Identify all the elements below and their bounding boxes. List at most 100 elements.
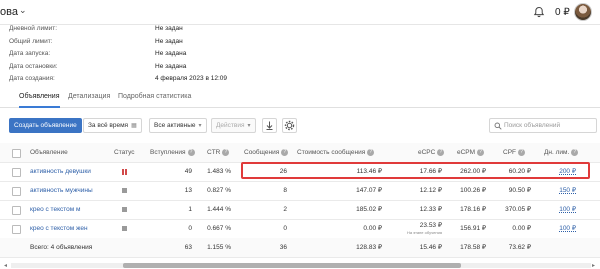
create-ad-button[interactable]: Создать объявление (9, 118, 82, 133)
info-label: Дата остановки: (9, 62, 58, 70)
messages-total: 36 (279, 244, 287, 251)
tab-details[interactable]: Детализация (68, 93, 110, 100)
calendar-icon: ▦ (131, 123, 137, 129)
message-cost-value: 147.07 ₽ (356, 187, 382, 194)
chevron-down-icon: ▾ (198, 123, 202, 129)
download-button[interactable] (262, 118, 277, 133)
table-header: Объявление Статус Вступления? CTR? Сообщ… (0, 143, 600, 163)
col-ecpm[interactable]: eCPM? (457, 143, 485, 162)
stopped-status-icon[interactable] (122, 207, 127, 212)
breadcrumb[interactable]: ова (0, 6, 18, 18)
col-ecpc[interactable]: eCPC? (418, 143, 445, 162)
messages-value: 0 (283, 225, 287, 232)
daily-limit-link[interactable]: 100 ₽ (548, 219, 576, 238)
messages-value: 8 (283, 187, 287, 194)
ecpc-value: 23.53 ₽ (419, 222, 442, 229)
help-icon[interactable]: ? (367, 148, 375, 156)
messages-value: 2 (283, 206, 287, 213)
table-row[interactable]: крео с текстом м 1 1.444 % 2 185.02 ₽ 12… (0, 200, 600, 220)
actions-select[interactable]: Действия ▾ (211, 118, 256, 133)
table-row[interactable]: крео с текстом жен 0 0.667 % 0 0.00 ₽ 23… (0, 219, 600, 239)
col-status[interactable]: Статус (114, 143, 135, 162)
period-select[interactable]: За всё время ▦ (83, 118, 142, 133)
help-icon[interactable]: ? (518, 148, 525, 156)
bell-icon[interactable] (533, 6, 545, 18)
cpf-total: 73.62 ₽ (508, 244, 531, 251)
balance[interactable]: 0 ₽ (555, 7, 570, 18)
cpf-value: 370.05 ₽ (505, 206, 531, 213)
help-icon[interactable]: ? (281, 148, 289, 156)
ecpc-cell: 23.53 ₽ На этапе обучения (390, 222, 442, 235)
scrollbar-thumb[interactable] (123, 263, 461, 268)
col-ad[interactable]: Объявление (30, 143, 68, 162)
col-message-cost-label: Стоимость сообщения (297, 149, 366, 156)
info-label: Дата запуска: (9, 50, 51, 57)
search-placeholder: Поиск объявлений (504, 122, 561, 129)
daily-limit-link[interactable]: 100 ₽ (548, 200, 576, 219)
ad-name-link[interactable]: активность мужчины (30, 181, 93, 200)
help-icon[interactable]: ? (571, 148, 579, 156)
highlight-box (241, 162, 590, 179)
ctr-total: 1.155 % (207, 244, 231, 251)
ecpm-value: 178.16 ₽ (460, 206, 486, 213)
ad-name-link[interactable]: активность девушки (30, 162, 91, 181)
help-icon[interactable]: ? (437, 148, 445, 156)
col-ctr[interactable]: CTR? (207, 143, 230, 162)
col-cpf[interactable]: CPF? (503, 143, 525, 162)
select-all-checkbox[interactable] (12, 149, 21, 158)
tab-bar: Объявления Детализация Подробная статист… (0, 88, 600, 108)
info-value: Не задана (155, 62, 187, 70)
scroll-right-arrow[interactable]: ▸ (592, 262, 595, 269)
joins-value: 0 (188, 225, 192, 232)
tab-ads[interactable]: Объявления (19, 93, 60, 108)
ctr-value: 0.667 % (207, 225, 231, 232)
table-row[interactable]: активность мужчины 13 0.827 % 8 147.07 ₽… (0, 181, 600, 201)
daily-limit-link[interactable]: 150 ₽ (548, 181, 576, 200)
stopped-status-icon[interactable] (122, 188, 127, 193)
col-messages[interactable]: Сообщения? (244, 143, 289, 162)
info-value: Не задан (155, 25, 183, 32)
ecpc-total: 15.46 ₽ (419, 244, 442, 251)
ctr-value: 0.827 % (207, 187, 231, 194)
info-value: Не задана (155, 50, 187, 57)
ctr-value: 1.483 % (207, 168, 231, 175)
actions-label: Действия (216, 122, 245, 129)
ecpc-value: 12.33 ₽ (419, 206, 442, 213)
info-label: Дневной лимит: (9, 25, 58, 32)
cpf-value: 90.50 ₽ (508, 187, 531, 194)
col-messages-label: Сообщения (244, 149, 280, 156)
cpf-value: 0.00 ₽ (512, 225, 531, 232)
ad-name-link[interactable]: крео с текстом жен (30, 219, 88, 238)
search-icon (494, 122, 502, 130)
row-checkbox[interactable] (12, 187, 21, 196)
col-ecpm-label: eCPM (457, 149, 476, 156)
status-filter-select[interactable]: Все активные ▾ (149, 118, 207, 133)
col-joins[interactable]: Вступления? (150, 143, 195, 162)
col-daily-limit[interactable]: Дн. лим.? (544, 143, 579, 162)
joins-value: 13 (184, 187, 192, 194)
row-checkbox[interactable] (12, 225, 21, 234)
learning-note: На этапе обучения (406, 230, 442, 235)
period-label: За всё время (88, 122, 129, 129)
help-icon[interactable]: ? (187, 148, 195, 156)
row-checkbox[interactable] (12, 168, 21, 177)
row-checkbox[interactable] (12, 206, 21, 215)
scroll-left-arrow[interactable]: ◂ (4, 262, 7, 269)
tab-detailed-stats[interactable]: Подробная статистика (118, 93, 191, 100)
col-ecpc-label: eCPC (418, 149, 436, 156)
joins-total: 63 (184, 244, 192, 251)
avatar[interactable] (574, 3, 592, 21)
download-icon (266, 121, 273, 130)
paused-status-icon[interactable] (122, 169, 127, 175)
stopped-status-icon[interactable] (122, 226, 127, 231)
ecpm-value: 100.26 ₽ (460, 187, 486, 194)
search-input[interactable]: Поиск объявлений (489, 118, 597, 133)
chevron-down-icon[interactable]: ⌄ (19, 5, 27, 16)
col-message-cost[interactable]: Стоимость сообщения? (297, 143, 375, 162)
info-value: 4 февраля 2023 в 12:09 (155, 75, 227, 82)
help-icon[interactable]: ? (477, 148, 485, 156)
help-icon[interactable]: ? (222, 148, 230, 156)
message-cost-value: 0.00 ₽ (363, 225, 382, 232)
settings-button[interactable] (282, 118, 297, 133)
ad-name-link[interactable]: крео с текстом м (30, 200, 81, 219)
